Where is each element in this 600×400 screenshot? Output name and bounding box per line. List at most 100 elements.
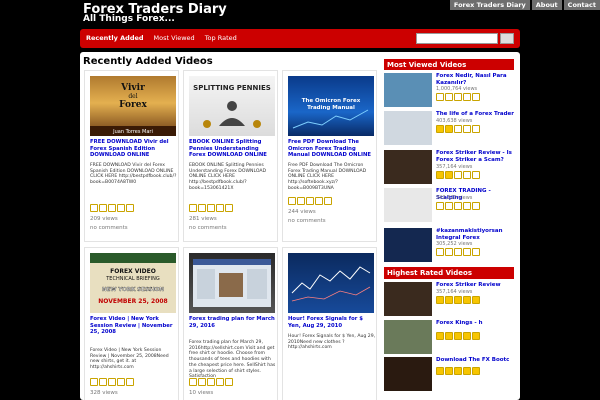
star-icon[interactable]: [117, 378, 125, 386]
star-rating[interactable]: [436, 171, 480, 179]
star-icon[interactable]: [216, 204, 224, 212]
star-icon[interactable]: [297, 197, 305, 205]
video-thumbnail[interactable]: [384, 320, 432, 354]
star-icon[interactable]: [436, 171, 444, 179]
star-rating[interactable]: [90, 378, 134, 386]
sidebar-video-title[interactable]: #kazanmakistiyorsan Integral Forex: [436, 228, 514, 241]
star-icon[interactable]: [436, 296, 444, 304]
star-rating[interactable]: [436, 296, 480, 304]
star-rating[interactable]: [189, 378, 233, 386]
star-rating[interactable]: [189, 204, 233, 212]
star-icon[interactable]: [463, 202, 471, 210]
star-icon[interactable]: [454, 332, 462, 340]
star-icon[interactable]: [189, 378, 197, 386]
star-icon[interactable]: [436, 93, 444, 101]
star-icon[interactable]: [445, 367, 453, 375]
star-rating[interactable]: [436, 125, 480, 133]
top-link-about[interactable]: About: [531, 0, 562, 10]
star-icon[interactable]: [108, 378, 116, 386]
star-rating[interactable]: [436, 332, 480, 340]
sidebar-video-title[interactable]: Forex Striker Review: [436, 282, 514, 289]
star-icon[interactable]: [472, 248, 480, 256]
star-icon[interactable]: [189, 204, 197, 212]
star-icon[interactable]: [126, 378, 134, 386]
star-icon[interactable]: [454, 248, 462, 256]
video-thumbnail[interactable]: The Omicron Forex Trading Manual: [288, 76, 374, 136]
sidebar-video-title[interactable]: The life of a Forex Trader: [436, 111, 514, 118]
star-icon[interactable]: [472, 171, 480, 179]
sidebar-video-item[interactable]: The life of a Forex Trader 403,638 views: [384, 111, 514, 145]
star-icon[interactable]: [445, 332, 453, 340]
video-thumbnail[interactable]: [189, 253, 275, 313]
video-title-link[interactable]: FREE DOWNLOAD Vivir del Forex Spanish Ed…: [90, 139, 178, 159]
star-icon[interactable]: [207, 204, 215, 212]
star-icon[interactable]: [288, 197, 296, 205]
star-icon[interactable]: [463, 93, 471, 101]
sidebar-video-item[interactable]: Download The FX Bootc: [384, 357, 514, 391]
star-icon[interactable]: [90, 204, 98, 212]
video-thumbnail[interactable]: [384, 111, 432, 145]
star-icon[interactable]: [445, 202, 453, 210]
star-icon[interactable]: [472, 296, 480, 304]
sidebar-video-title[interactable]: Forex Nedir, Nasıl Para Kazanılır?: [436, 73, 514, 86]
star-rating[interactable]: [436, 367, 480, 375]
sidebar-video-item[interactable]: Forex Nedir, Nasıl Para Kazanılır? 1,000…: [384, 73, 514, 107]
sidebar-video-title[interactable]: Download The FX Bootc: [436, 357, 514, 364]
star-icon[interactable]: [117, 204, 125, 212]
video-title-link[interactable]: Forex Video | New York Session Review | …: [90, 316, 178, 336]
video-thumbnail[interactable]: [384, 150, 432, 184]
star-icon[interactable]: [445, 171, 453, 179]
star-rating[interactable]: [288, 197, 332, 205]
video-title-link[interactable]: EBOOK ONLINE Splitting Pennies Understan…: [189, 139, 277, 159]
star-icon[interactable]: [90, 378, 98, 386]
star-icon[interactable]: [463, 248, 471, 256]
star-icon[interactable]: [472, 332, 480, 340]
star-icon[interactable]: [472, 202, 480, 210]
star-icon[interactable]: [108, 204, 116, 212]
sidebar-video-item[interactable]: FOREX TRADING - Scalping 343,320 views: [384, 188, 514, 222]
star-icon[interactable]: [463, 125, 471, 133]
tab-most-viewed[interactable]: Most Viewed: [152, 33, 197, 43]
star-rating[interactable]: [90, 204, 134, 212]
star-icon[interactable]: [463, 332, 471, 340]
star-icon[interactable]: [454, 125, 462, 133]
star-icon[interactable]: [454, 93, 462, 101]
sidebar-video-item[interactable]: Forex Kings - h: [384, 320, 514, 354]
search-button[interactable]: [500, 33, 514, 44]
sidebar-video-title[interactable]: Forex Striker Review - Is Forex Striker …: [436, 150, 514, 163]
tab-recently-added[interactable]: Recently Added: [84, 33, 146, 43]
top-link-home[interactable]: Forex Traders Diary: [449, 0, 530, 10]
star-icon[interactable]: [306, 197, 314, 205]
star-icon[interactable]: [472, 93, 480, 101]
star-icon[interactable]: [463, 367, 471, 375]
video-thumbnail[interactable]: [288, 253, 374, 313]
star-icon[interactable]: [436, 202, 444, 210]
video-thumbnail[interactable]: SPLITTING PENNIES: [189, 76, 275, 136]
video-title-link[interactable]: Hour! Forex Signals for $ Yen, Aug 29, 2…: [288, 316, 376, 329]
star-icon[interactable]: [436, 332, 444, 340]
star-icon[interactable]: [445, 93, 453, 101]
star-icon[interactable]: [445, 248, 453, 256]
star-rating[interactable]: [436, 248, 480, 256]
star-icon[interactable]: [126, 204, 134, 212]
star-icon[interactable]: [445, 125, 453, 133]
star-icon[interactable]: [472, 125, 480, 133]
sidebar-video-title[interactable]: Forex Kings - h: [436, 320, 514, 327]
video-thumbnail[interactable]: FOREX VIDEO TECHNICAL BRIEFING NEW YORK …: [90, 253, 176, 313]
star-icon[interactable]: [445, 296, 453, 304]
star-icon[interactable]: [324, 197, 332, 205]
star-rating[interactable]: [436, 93, 480, 101]
video-title-link[interactable]: Free PDF Download The Omicron Forex Trad…: [288, 139, 376, 159]
top-link-contact[interactable]: Contact: [563, 0, 600, 10]
video-thumbnail[interactable]: [384, 228, 432, 262]
sidebar-video-item[interactable]: Forex Striker Review 357,164 views: [384, 282, 514, 316]
star-icon[interactable]: [99, 204, 107, 212]
star-icon[interactable]: [198, 204, 206, 212]
star-icon[interactable]: [225, 378, 233, 386]
star-icon[interactable]: [454, 296, 462, 304]
star-icon[interactable]: [216, 378, 224, 386]
star-icon[interactable]: [463, 171, 471, 179]
video-thumbnail[interactable]: [384, 188, 432, 222]
star-icon[interactable]: [436, 125, 444, 133]
search-input[interactable]: [416, 33, 498, 44]
